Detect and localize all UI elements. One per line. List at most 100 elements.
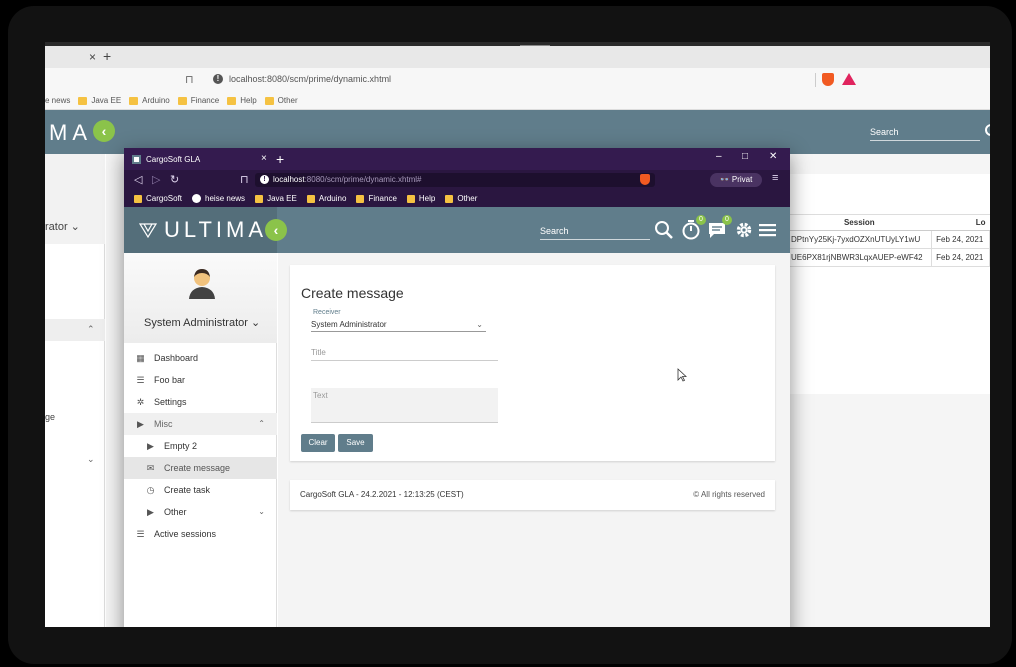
bg-bookmark-icon[interactable]: ⊓ (185, 73, 194, 86)
bg-bookmark[interactable]: Other (264, 96, 298, 105)
list-icon: ☰ (136, 374, 145, 385)
create-message-card: Create message Receiver System Administr… (290, 265, 775, 461)
sidebar-item-settings[interactable]: ✲ Settings (124, 391, 277, 413)
folder-icon (445, 194, 454, 203)
bg-bookmark[interactable]: Java EE (78, 96, 121, 105)
folder-icon (134, 194, 142, 203)
search-icon[interactable] (654, 219, 674, 241)
sidebar-item-foo-bar[interactable]: ☰ Foo bar (124, 369, 277, 391)
tab-strip: CargoSoft GLA × + – □ ✕ (124, 148, 790, 170)
title-input[interactable]: Title (311, 348, 498, 361)
bookmark-item[interactable]: Arduino (306, 194, 346, 203)
profile-panel: System Administrator ⌄ (124, 253, 277, 343)
label-icon: ▶ (147, 506, 154, 517)
bg-tab-close-icon[interactable]: × (89, 50, 96, 64)
forward-icon[interactable]: ▷ (152, 173, 160, 186)
folder-icon (406, 194, 415, 203)
bookmark-item[interactable]: Finance (356, 194, 397, 203)
sidebar-item-empty-2[interactable]: ▶ Empty 2 (124, 435, 277, 457)
text-area[interactable]: Text (311, 388, 498, 423)
brave-shield-icon[interactable] (640, 174, 650, 185)
bg-menu-item[interactable]: ge (45, 412, 55, 422)
bg-chevron-down-icon[interactable]: ⌄ (87, 454, 95, 465)
bg-logo: MA (49, 120, 92, 145)
bg-user-name[interactable]: rator ⌄ (45, 220, 80, 233)
timer-icon[interactable]: 0 (681, 215, 706, 241)
mail-icon: ✉ (146, 462, 155, 473)
bg-search-input[interactable]: Search (870, 127, 980, 141)
bg-brave-shield-icon[interactable] (822, 73, 834, 86)
close-window-icon[interactable]: ✕ (769, 151, 777, 162)
bg-search-icon[interactable] (985, 124, 990, 136)
timer-badge: 0 (696, 215, 706, 225)
sidebar-item-misc[interactable]: ▶ Misc ⌃ (124, 413, 277, 435)
minimize-icon[interactable]: – (716, 151, 722, 162)
url-field[interactable]: ! localhost:8080/scm/prime/dynamic.xhtml… (255, 173, 655, 187)
sidebar: System Administrator ⌄ ▦ Dashboard ☰ Foo… (124, 253, 277, 627)
folder-icon (306, 194, 315, 203)
back-icon[interactable]: ◁ (134, 173, 142, 186)
sidebar-item-active-sessions[interactable]: ☰ Active sessions (124, 523, 277, 545)
screen: × + ⊓ ! localhost:8080/scm/prime/dynamic… (45, 42, 990, 627)
table-row[interactable]: DPtnYy25Kj-7yxdOZXnUTUyLY1wU Feb 24, 202… (787, 230, 990, 249)
bg-menu-toggle-icon[interactable]: ‹ (93, 120, 115, 142)
bookmark-item[interactable]: Other (445, 194, 477, 203)
copyright-notice: © All rights reserved (693, 490, 765, 499)
bg-url[interactable]: localhost:8080/scm/prime/dynamic.xhtml (229, 74, 391, 84)
bg-chevron-up-icon[interactable]: ⌃ (87, 324, 95, 335)
sidebar-item-create-task[interactable]: ◷ Create task (124, 479, 277, 501)
folder-icon (356, 194, 365, 203)
bookmark-item[interactable]: heise news (192, 194, 245, 203)
gear-icon: ✲ (136, 396, 145, 407)
gear-icon[interactable] (734, 219, 754, 241)
bg-address-bar: ⊓ ! localhost:8080/scm/prime/dynamic.xht… (45, 68, 990, 92)
sidebar-item-dashboard[interactable]: ▦ Dashboard (124, 347, 277, 369)
private-badge[interactable]: 👓 Privat (710, 173, 762, 187)
save-button[interactable]: Save (338, 434, 373, 452)
avatar[interactable] (187, 267, 217, 299)
ultima-logo-icon (138, 223, 158, 239)
search-input[interactable]: Search (540, 226, 650, 240)
chevron-down-icon: ⌄ (476, 320, 483, 329)
bookmark-page-icon[interactable]: ⊓ (240, 173, 249, 186)
folder-icon (264, 96, 274, 105)
label-icon: ▶ (137, 418, 144, 429)
messages-icon[interactable]: 0 (707, 215, 732, 241)
folder-icon (255, 194, 264, 203)
bookmark-item[interactable]: CargoSoft (134, 194, 182, 203)
reload-icon[interactable]: ↻ (170, 173, 179, 186)
browser-menu-icon[interactable]: ≡ (772, 172, 778, 184)
list-icon: ☰ (136, 528, 145, 539)
heise-icon (192, 194, 202, 203)
bg-bookmark[interactable]: Finance (177, 96, 219, 105)
tab-title[interactable]: CargoSoft GLA (146, 155, 200, 164)
bg-info-icon[interactable]: ! (213, 74, 223, 84)
address-bar: ◁ ▷ ↻ ⊓ ! localhost:8080/scm/prime/dynam… (124, 170, 790, 190)
bg-bookmarks-bar: e news Java EE Arduino Finance Help Othe… (45, 92, 990, 110)
receiver-select[interactable]: System Administrator ⌄ (311, 320, 486, 332)
bg-brave-rewards-icon[interactable] (842, 73, 856, 85)
bg-new-tab-icon[interactable]: + (103, 48, 111, 64)
app-favicon-icon (132, 155, 141, 164)
chevron-up-icon: ⌃ (258, 419, 265, 428)
bookmark-item[interactable]: Help (406, 194, 435, 203)
sidebar-item-other[interactable]: ▶ Other ⌄ (124, 501, 277, 523)
new-tab-icon[interactable]: + (276, 151, 284, 167)
hamburger-menu-icon[interactable] (758, 219, 778, 241)
clear-button[interactable]: Clear (301, 434, 335, 452)
tab-close-icon[interactable]: × (261, 153, 267, 164)
bg-bookmark[interactable]: Help (227, 96, 257, 105)
table-header: Lo (931, 214, 990, 231)
bookmark-item[interactable]: Java EE (255, 194, 297, 203)
bookmarks-bar: CargoSoft heise news Java EE Arduino Fin… (124, 190, 790, 207)
page-footer: CargoSoft GLA - 24.2.2021 - 12:13:25 (CE… (290, 480, 775, 510)
maximize-icon[interactable]: □ (742, 151, 748, 162)
sidebar-item-create-message[interactable]: ✉ Create message (124, 457, 277, 479)
chevron-down-icon: ⌄ (258, 507, 265, 516)
bg-bookmark[interactable]: e news (45, 96, 70, 105)
table-row[interactable]: UE6PX81rjNBWR3LqxAUEP-eWF42 Feb 24, 2021 (787, 248, 990, 267)
info-icon[interactable]: ! (260, 175, 269, 184)
user-name-toggle[interactable]: System Administrator ⌄ (144, 316, 260, 329)
menu-toggle-icon[interactable]: ‹ (265, 219, 287, 241)
bg-bookmark[interactable]: Arduino (129, 96, 170, 105)
